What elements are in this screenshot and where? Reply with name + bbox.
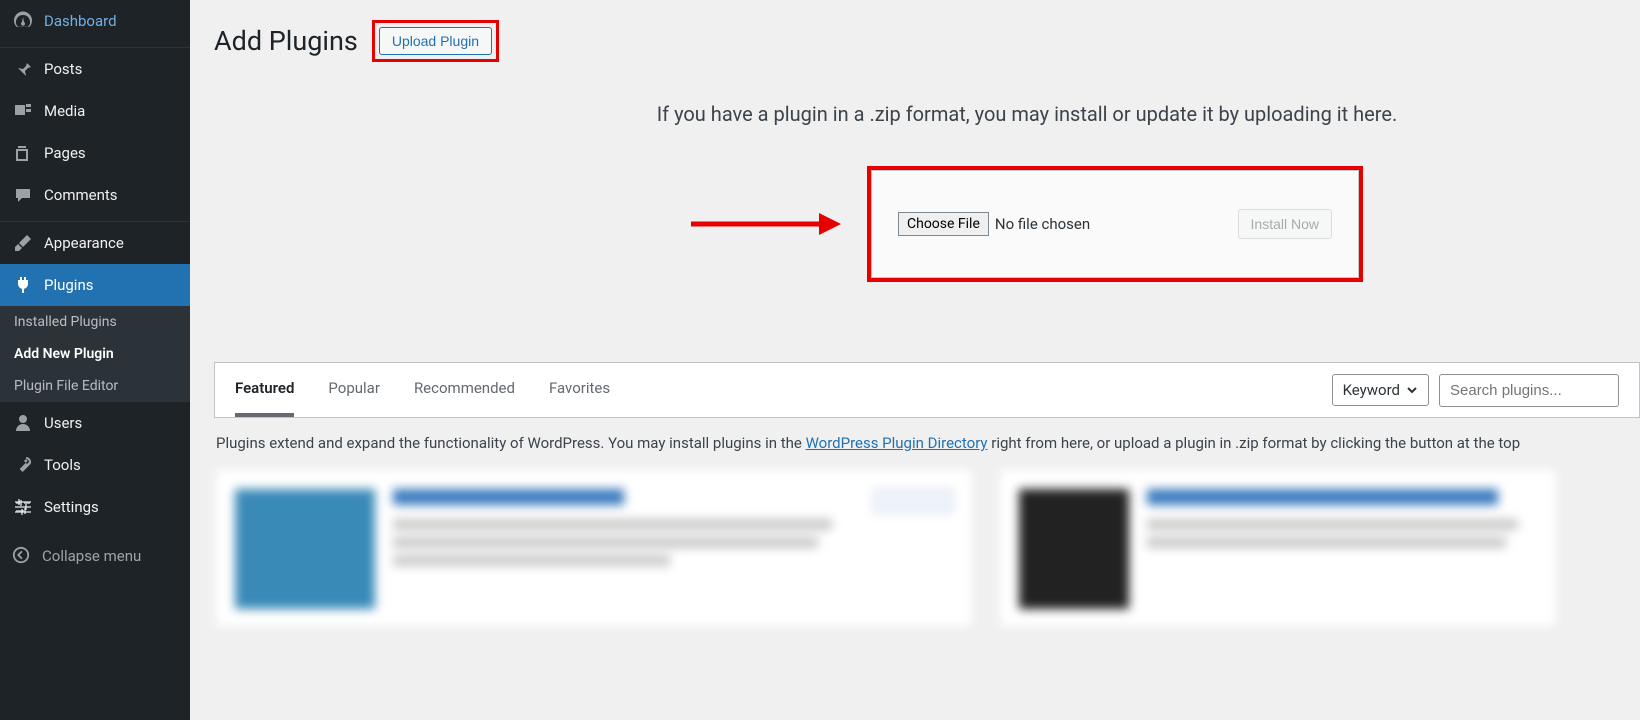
sidebar-label: Media — [44, 102, 85, 120]
sidebar-item-appearance[interactable]: Appearance — [0, 222, 190, 264]
sidebar-label: Tools — [44, 456, 81, 474]
upload-panel-row: Choose File No file chosen Install Now — [414, 166, 1640, 282]
main-content: Add Plugins Upload Plugin If you have a … — [190, 0, 1640, 720]
plugin-card-body — [1147, 489, 1537, 607]
sidebar-item-tools[interactable]: Tools — [0, 444, 190, 486]
sidebar-label: Posts — [44, 60, 82, 78]
sidebar-submenu-plugins: Installed Plugins Add New Plugin Plugin … — [0, 306, 190, 402]
sidebar-subitem-installed-plugins[interactable]: Installed Plugins — [0, 306, 190, 338]
upload-plugin-button[interactable]: Upload Plugin — [379, 27, 492, 55]
media-icon — [12, 100, 34, 122]
upload-instructions-text: If you have a plugin in a .zip format, y… — [414, 102, 1640, 126]
search-type-label: Keyword — [1343, 381, 1400, 399]
sidebar-item-comments[interactable]: Comments — [0, 174, 190, 216]
sidebar-item-dashboard[interactable]: Dashboard — [0, 0, 190, 42]
install-now-button[interactable]: Install Now — [1238, 209, 1332, 239]
plugin-card-body — [393, 489, 855, 607]
sidebar-label: Pages — [44, 144, 86, 162]
collapse-menu-button[interactable]: Collapse menu — [0, 536, 190, 576]
plugin-thumbnail — [1019, 489, 1129, 609]
tab-recommended[interactable]: Recommended — [414, 363, 515, 417]
sidebar-item-posts[interactable]: Posts — [0, 48, 190, 90]
annotation-highlight-upload-box: Choose File No file chosen Install Now — [867, 166, 1363, 282]
admin-sidebar: Dashboard Posts Media Pages Comments App… — [0, 0, 190, 720]
file-status-text: No file chosen — [995, 215, 1090, 233]
sidebar-item-users[interactable]: Users — [0, 402, 190, 444]
sidebar-item-settings[interactable]: Settings — [0, 486, 190, 528]
plugin-cards-grid — [214, 468, 1640, 628]
blurb-suffix: right from here, or upload a plugin in .… — [988, 434, 1521, 452]
choose-file-button[interactable]: Choose File — [898, 212, 989, 236]
sidebar-item-media[interactable]: Media — [0, 90, 190, 132]
upload-form: Choose File No file chosen Install Now — [871, 170, 1359, 278]
chat-icon — [12, 184, 34, 206]
search-type-select[interactable]: Keyword — [1332, 374, 1429, 406]
copy-icon — [12, 142, 34, 164]
tab-featured[interactable]: Featured — [235, 363, 294, 417]
search-controls: Keyword — [1332, 374, 1619, 407]
sidebar-subitem-plugin-file-editor[interactable]: Plugin File Editor — [0, 370, 190, 402]
sidebar-label: Settings — [44, 498, 99, 516]
plug-icon — [12, 274, 34, 296]
plugin-thumbnail — [235, 489, 375, 609]
sidebar-item-plugins[interactable]: Plugins — [0, 264, 190, 306]
sidebar-label: Comments — [44, 186, 118, 204]
pin-icon — [12, 58, 34, 80]
tab-favorites[interactable]: Favorites — [549, 363, 610, 417]
annotation-highlight-upload-button: Upload Plugin — [372, 20, 499, 62]
gauge-icon — [12, 10, 34, 32]
search-plugins-input[interactable] — [1439, 374, 1619, 407]
filter-tabs-bar: Featured Popular Recommended Favorites K… — [214, 362, 1640, 418]
page-header: Add Plugins Upload Plugin — [214, 20, 1640, 62]
plugin-action-button[interactable] — [873, 489, 953, 513]
plugins-description-text: Plugins extend and expand the functional… — [214, 418, 1640, 468]
plugin-directory-link[interactable]: WordPress Plugin Directory — [806, 434, 988, 452]
file-input-group: Choose File No file chosen — [898, 212, 1090, 236]
sidebar-label: Users — [44, 414, 82, 432]
plugin-title-placeholder — [1147, 489, 1498, 505]
wrench-icon — [12, 454, 34, 476]
plugin-title-placeholder — [393, 489, 624, 505]
annotation-arrow-icon — [691, 213, 841, 235]
sidebar-subitem-add-new-plugin[interactable]: Add New Plugin — [0, 338, 190, 370]
collapse-icon — [12, 546, 32, 566]
plugin-card[interactable] — [214, 468, 974, 628]
plugin-card[interactable] — [998, 468, 1558, 628]
sidebar-label: Plugins — [44, 276, 93, 294]
collapse-label: Collapse menu — [42, 547, 141, 565]
tab-popular[interactable]: Popular — [328, 363, 380, 417]
sidebar-item-pages[interactable]: Pages — [0, 132, 190, 174]
sidebar-label: Dashboard — [44, 12, 117, 30]
page-title: Add Plugins — [214, 25, 358, 57]
sliders-icon — [12, 496, 34, 518]
blurb-prefix: Plugins extend and expand the functional… — [216, 434, 806, 452]
sidebar-label: Appearance — [44, 234, 124, 252]
chevron-down-icon — [1406, 384, 1418, 396]
user-icon — [12, 412, 34, 434]
brush-icon — [12, 232, 34, 254]
